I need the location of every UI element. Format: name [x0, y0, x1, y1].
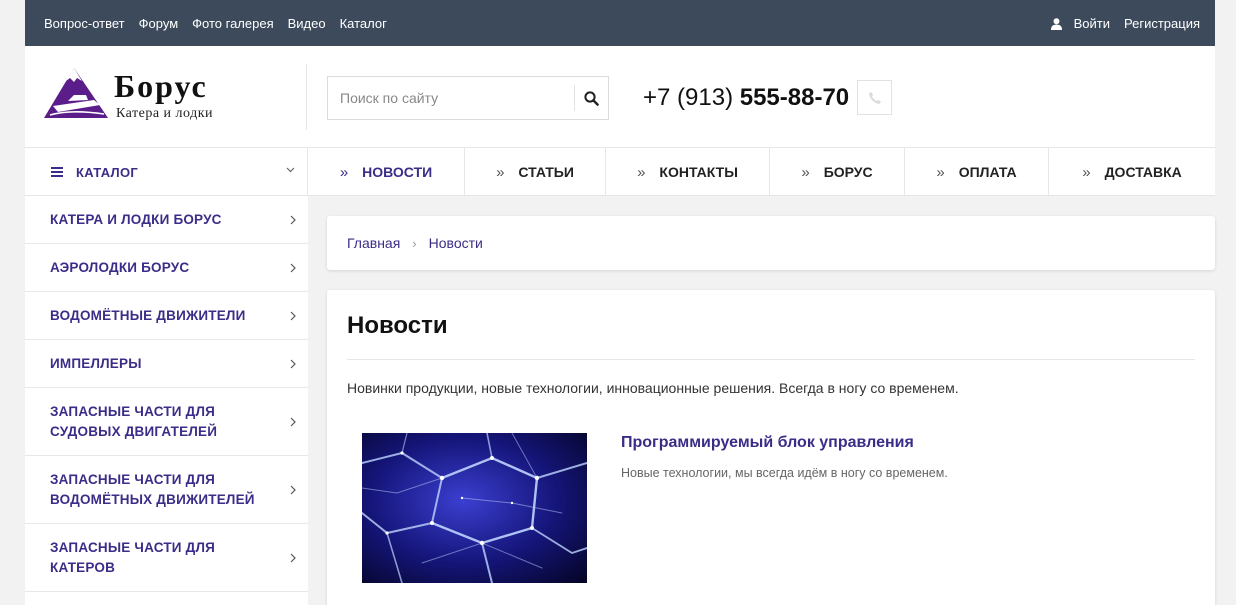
sidebar-item-engine-parts[interactable]: ЗАПАСНЫЕ ЧАСТИ ДЛЯ СУДОВЫХ ДВИГАТЕЛЕЙ	[25, 388, 308, 456]
chevron-right-icon	[290, 311, 296, 320]
chevron-right-icon	[290, 417, 296, 426]
sidebar-item-airboats[interactable]: АЭРОЛОДКИ БОРУС	[25, 244, 308, 292]
logo-mountain-icon	[44, 68, 108, 118]
logo[interactable]: Борус Катера и лодки	[44, 66, 224, 122]
sidebar-item-label: КАТЕРА И ЛОДКИ БОРУС	[50, 211, 222, 227]
nav-item-label: БОРУС	[823, 164, 873, 180]
phone-prefix: +7 (913)	[643, 84, 734, 111]
double-chevron-icon: »	[1082, 163, 1091, 181]
network-image	[362, 433, 587, 583]
sidebar-item-label: ЗАПАСНЫЕ ЧАСТИ ДЛЯ КАТЕРОВ	[50, 539, 216, 575]
double-chevron-icon: »	[801, 163, 810, 181]
top-link-gallery[interactable]: Фото галерея	[192, 16, 273, 31]
header-divider	[306, 64, 307, 130]
phone-number[interactable]: +7 (913) 555-88-70	[643, 84, 849, 112]
sidebar-item-label: ЗАПАСНЫЕ ЧАСТИ ДЛЯ ВОДОМЁТНЫХ ДВИЖИТЕЛЕЙ	[50, 471, 255, 507]
top-link-forum[interactable]: Форум	[139, 16, 179, 31]
search-box	[327, 76, 609, 120]
sidebar-item-impellers[interactable]: ИМПЕЛЛЕРЫ	[25, 340, 308, 388]
news-content: Новости Новинки продукции, новые техноло…	[327, 290, 1215, 605]
sidebar-item-boat-parts[interactable]: ЗАПАСНЫЕ ЧАСТИ ДЛЯ КАТЕРОВ	[25, 524, 308, 592]
nav-items: » НОВОСТИ » СТАТЬИ » КОНТАКТЫ » БОРУС » ОПЛАТ…	[308, 148, 1215, 196]
user-icon	[1050, 17, 1062, 30]
nav-item-articles[interactable]: » СТАТЬИ	[465, 148, 606, 196]
nav-item-news[interactable]: » НОВОСТИ	[308, 148, 465, 196]
top-link-catalog[interactable]: Каталог	[340, 16, 387, 31]
sidebar-item-waterjets[interactable]: ВОДОМЁТНЫЕ ДВИЖИТЕЛИ	[25, 292, 308, 340]
catalog-button[interactable]: КАТАЛОГ	[25, 148, 308, 196]
top-link-video[interactable]: Видео	[288, 16, 326, 31]
chevron-right-icon	[290, 263, 296, 272]
news-item-title[interactable]: Программируемый блок управления	[621, 434, 914, 452]
news-item-description: Новые технологии, мы всегда идём в ногу …	[621, 466, 948, 480]
double-chevron-icon: »	[637, 163, 646, 181]
site-header: Борус Катера и лодки +7 (913) 555-88-70	[25, 46, 1215, 148]
brand-name: Борус	[114, 68, 208, 104]
search-icon	[584, 90, 599, 106]
sidebar-item-label: ВОДОМЁТНЫЕ ДВИЖИТЕЛИ	[50, 307, 246, 323]
title-divider	[347, 359, 1195, 360]
top-links: Вопрос-ответ Форум Фото галерея Видео Ка…	[44, 0, 387, 46]
search-input[interactable]	[328, 77, 574, 119]
sidebar-item-boats[interactable]: КАТЕРА И ЛОДКИ БОРУС	[25, 196, 308, 244]
chevron-right-icon	[290, 215, 296, 224]
main-nav: КАТАЛОГ » НОВОСТИ » СТАТЬИ » КОНТАКТЫ » БОРУ…	[25, 148, 1215, 196]
nav-item-label: СТАТЬИ	[518, 164, 574, 180]
sidebar-item-label: АЭРОЛОДКИ БОРУС	[50, 259, 190, 275]
chevron-right-icon	[290, 359, 296, 368]
brand-tagline: Катера и лодки	[116, 106, 214, 121]
double-chevron-icon: »	[339, 163, 349, 181]
nav-item-payment[interactable]: » ОПЛАТА	[905, 148, 1049, 196]
sidebar-item-label: ЗАПАСНЫЕ ЧАСТИ ДЛЯ СУДОВЫХ ДВИГАТЕЛЕЙ	[50, 403, 218, 439]
search-button[interactable]	[574, 85, 608, 111]
nav-item-contacts[interactable]: » КОНТАКТЫ	[606, 148, 770, 196]
breadcrumb-card: Главная › Новости	[327, 216, 1215, 270]
breadcrumb: Главная › Новости	[347, 216, 483, 270]
chevron-right-icon	[290, 553, 296, 562]
phone-main: 555-88-70	[739, 84, 850, 111]
breadcrumb-separator-icon: ›	[412, 235, 417, 251]
nav-item-label: НОВОСТИ	[362, 164, 433, 180]
chevron-down-icon	[286, 167, 295, 173]
page-intro: Новинки продукции, новые технологии, инн…	[347, 380, 959, 396]
callback-button[interactable]	[857, 80, 892, 115]
nav-item-label: ДОСТАВКА	[1104, 164, 1182, 180]
double-chevron-icon: »	[936, 163, 945, 181]
nav-item-borus[interactable]: » БОРУС	[770, 148, 905, 196]
top-bar: Вопрос-ответ Форум Фото галерея Видео Ка…	[25, 0, 1215, 46]
top-link-faq[interactable]: Вопрос-ответ	[44, 16, 125, 31]
catalog-sidebar: КАТЕРА И ЛОДКИ БОРУС АЭРОЛОДКИ БОРУС ВОД…	[25, 196, 308, 605]
page-title: Новости	[347, 312, 448, 339]
menu-icon	[51, 167, 63, 177]
nav-item-delivery[interactable]: » ДОСТАВКА	[1049, 148, 1215, 196]
nav-item-label: ОПЛАТА	[958, 164, 1017, 180]
account-links: Войти Регистрация	[1050, 0, 1200, 46]
double-chevron-icon: »	[496, 163, 505, 181]
news-image[interactable]	[362, 433, 587, 583]
register-link[interactable]: Регистрация	[1124, 16, 1200, 31]
breadcrumb-home[interactable]: Главная	[347, 235, 400, 251]
breadcrumb-current: Новости	[428, 235, 483, 251]
sidebar-item-label: ИМПЕЛЛЕРЫ	[50, 355, 142, 371]
catalog-label: КАТАЛОГ	[76, 164, 139, 180]
phone-icon	[868, 91, 881, 104]
chevron-right-icon	[290, 485, 296, 494]
login-link[interactable]: Войти	[1074, 16, 1110, 31]
sidebar-item-waterjet-parts[interactable]: ЗАПАСНЫЕ ЧАСТИ ДЛЯ ВОДОМЁТНЫХ ДВИЖИТЕЛЕЙ	[25, 456, 308, 524]
nav-item-label: КОНТАКТЫ	[659, 164, 738, 180]
